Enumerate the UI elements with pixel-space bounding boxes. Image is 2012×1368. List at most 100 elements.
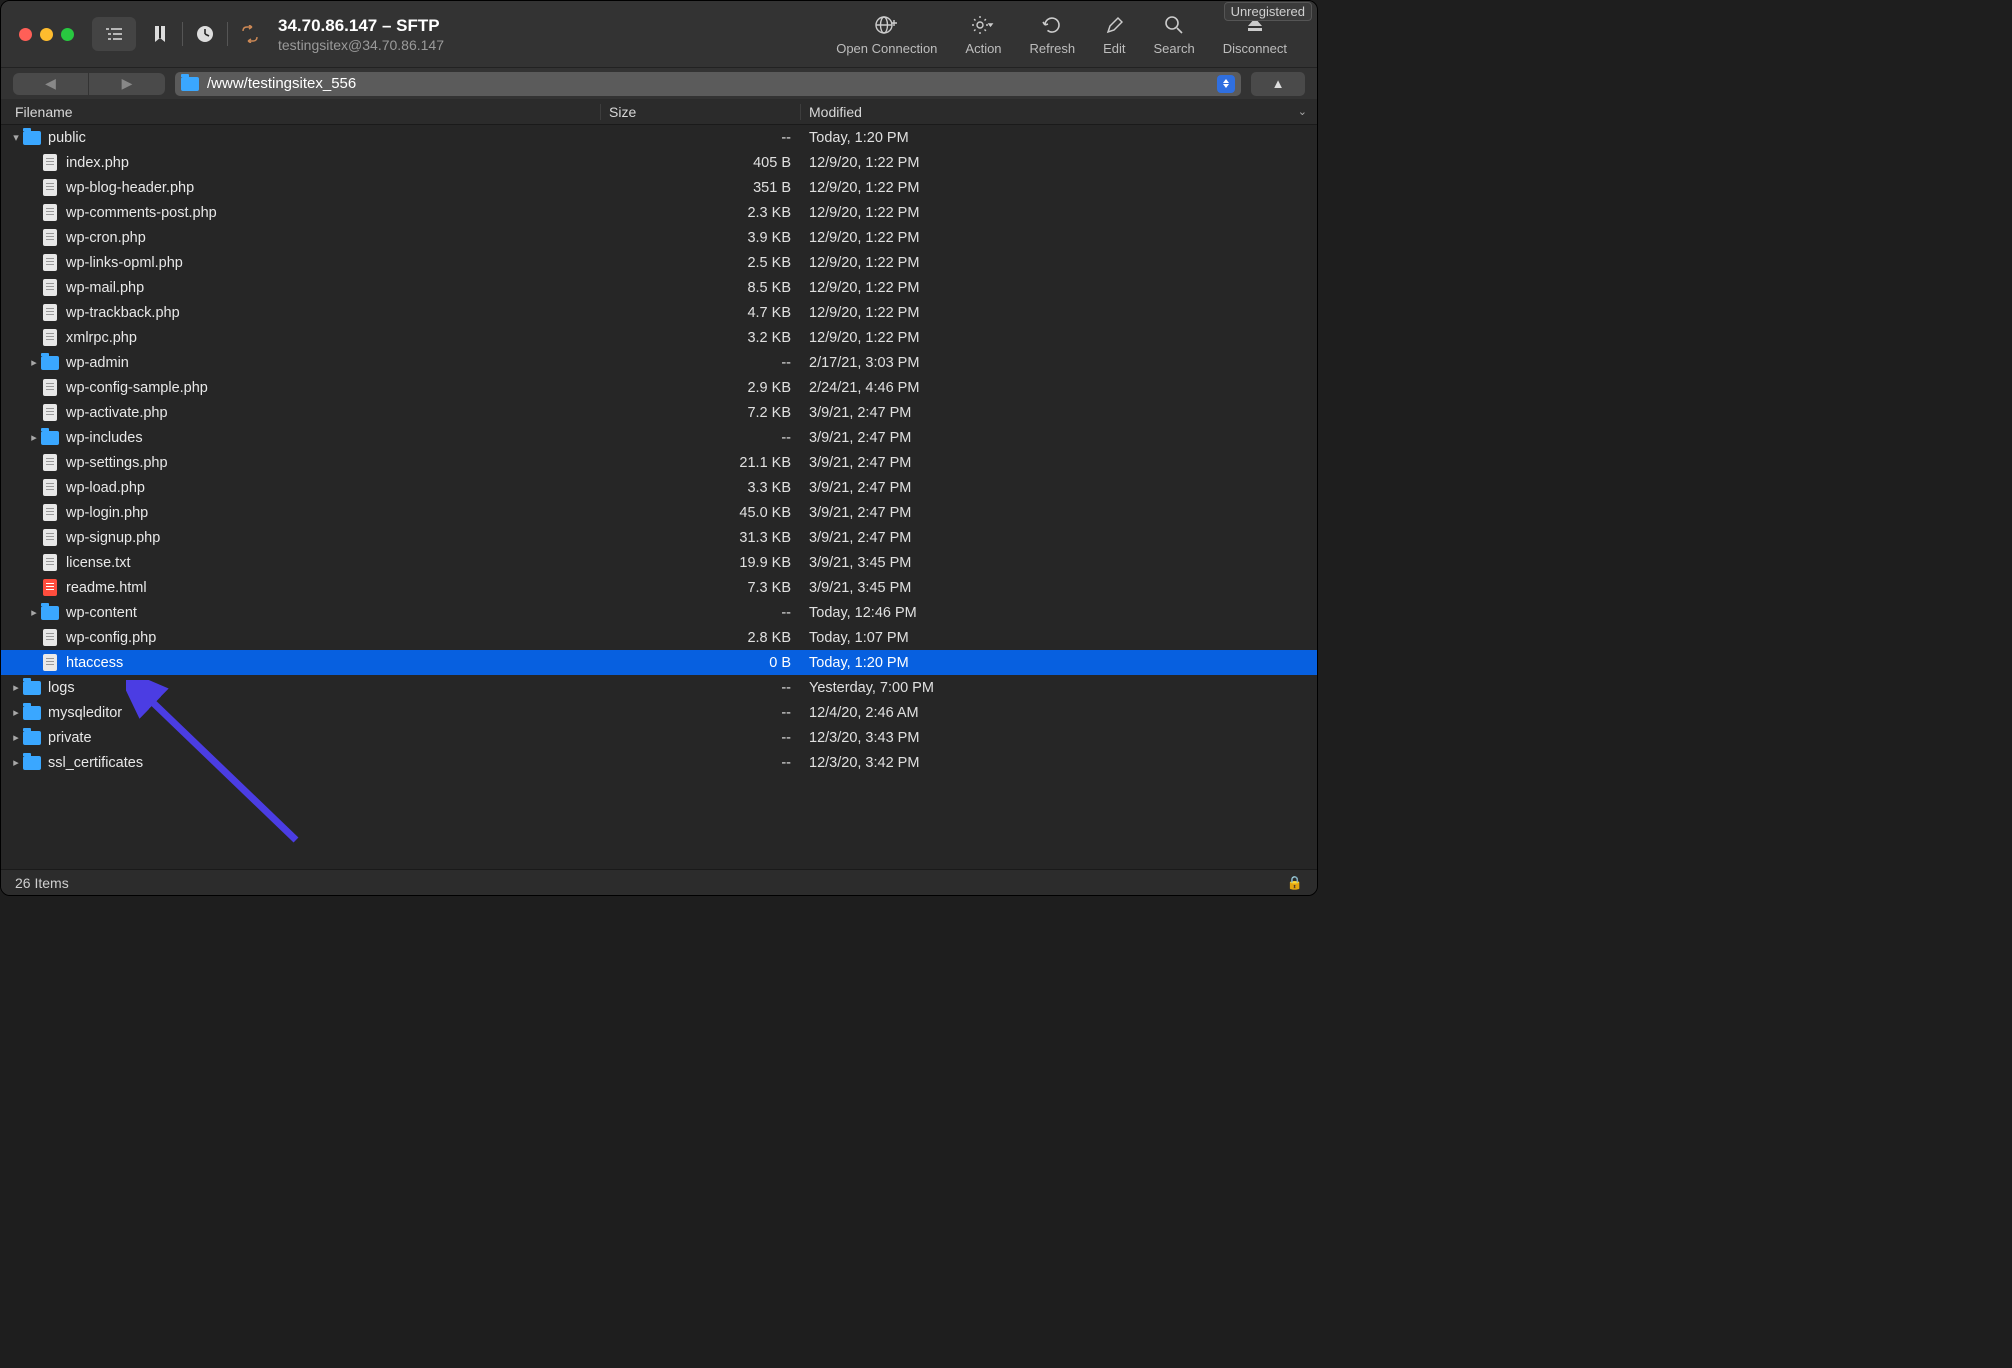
bookmarks-button[interactable] (146, 22, 174, 46)
file-icon (43, 304, 57, 321)
filename-cell: ▸ssl_certificates (1, 755, 601, 771)
file-row[interactable]: ▸private--12/3/20, 3:43 PM (1, 725, 1317, 750)
file-row[interactable]: wp-settings.php21.1 KB3/9/21, 2:47 PM (1, 450, 1317, 475)
refresh-button[interactable]: Refresh (1030, 12, 1076, 56)
folder-icon (41, 431, 59, 445)
disclosure-triangle[interactable]: ▸ (9, 706, 23, 719)
history-button[interactable] (191, 22, 219, 46)
filename-cell: htaccess (1, 654, 601, 671)
view-mode-button[interactable] (92, 17, 136, 51)
transfers-button[interactable] (236, 22, 264, 46)
file-row[interactable]: wp-login.php45.0 KB3/9/21, 2:47 PM (1, 500, 1317, 525)
size-cell: -- (601, 430, 801, 446)
file-icon (43, 154, 57, 171)
filename-text: wp-includes (66, 430, 143, 446)
disclosure-triangle[interactable]: ▸ (9, 731, 23, 744)
open-connection-button[interactable]: Open Connection (836, 12, 937, 56)
file-row[interactable]: htaccess0 BToday, 1:20 PM (1, 650, 1317, 675)
globe-plus-icon (874, 12, 900, 38)
close-window-button[interactable] (19, 28, 32, 41)
search-icon (1164, 12, 1184, 38)
file-row[interactable]: ▸ssl_certificates--12/3/20, 3:42 PM (1, 750, 1317, 775)
file-row[interactable]: index.php405 B12/9/20, 1:22 PM (1, 150, 1317, 175)
go-up-button[interactable]: ▲ (1251, 72, 1305, 96)
file-row[interactable]: wp-links-opml.php2.5 KB12/9/20, 1:22 PM (1, 250, 1317, 275)
file-row[interactable]: wp-trackback.php4.7 KB12/9/20, 1:22 PM (1, 300, 1317, 325)
outline-view-icon (100, 22, 128, 46)
file-row[interactable]: ▸wp-includes--3/9/21, 2:47 PM (1, 425, 1317, 450)
file-row[interactable]: wp-blog-header.php351 B12/9/20, 1:22 PM (1, 175, 1317, 200)
titlebar: 34.70.86.147 – SFTP testingsitex@34.70.8… (1, 1, 1317, 67)
size-cell: -- (601, 680, 801, 696)
folder-icon (181, 77, 199, 91)
file-row[interactable]: wp-mail.php8.5 KB12/9/20, 1:22 PM (1, 275, 1317, 300)
file-row[interactable]: wp-comments-post.php2.3 KB12/9/20, 1:22 … (1, 200, 1317, 225)
lock-icon: 🔒 (1287, 875, 1303, 891)
search-button[interactable]: Search (1153, 12, 1194, 56)
disclosure-triangle[interactable]: ▸ (9, 681, 23, 694)
disclosure-triangle[interactable]: ▸ (27, 606, 41, 619)
edit-button[interactable]: Edit (1103, 12, 1125, 56)
navigation-bar: ◀ ▶ /www/testingsitex_556 ▲ (1, 67, 1317, 99)
file-row[interactable]: wp-cron.php3.9 KB12/9/20, 1:22 PM (1, 225, 1317, 250)
file-row[interactable]: wp-config.php2.8 KBToday, 1:07 PM (1, 625, 1317, 650)
minimize-window-button[interactable] (40, 28, 53, 41)
size-cell: 31.3 KB (601, 530, 801, 546)
modified-cell: 12/3/20, 3:42 PM (801, 755, 1317, 771)
filename-text: wp-mail.php (66, 280, 144, 296)
column-modified[interactable]: Modified ⌄ (801, 104, 1317, 120)
connection-title: 34.70.86.147 – SFTP testingsitex@34.70.8… (278, 16, 444, 53)
column-filename[interactable]: Filename (1, 104, 601, 120)
file-row[interactable]: ▸wp-content--Today, 12:46 PM (1, 600, 1317, 625)
path-field[interactable]: /www/testingsitex_556 (175, 72, 1241, 96)
file-icon (43, 379, 57, 396)
filename-text: xmlrpc.php (66, 330, 137, 346)
filename-text: wp-config-sample.php (66, 380, 208, 396)
filename-text: readme.html (66, 580, 147, 596)
file-row[interactable]: ▸mysqleditor--12/4/20, 2:46 AM (1, 700, 1317, 725)
refresh-icon (1042, 12, 1062, 38)
modified-cell: 12/3/20, 3:43 PM (801, 730, 1317, 746)
file-row[interactable]: ▾public--Today, 1:20 PM (1, 125, 1317, 150)
file-list[interactable]: ▾public--Today, 1:20 PMindex.php405 B12/… (1, 125, 1317, 869)
modified-cell: 12/9/20, 1:22 PM (801, 305, 1317, 321)
folder-icon (41, 606, 59, 620)
open-connection-label: Open Connection (836, 41, 937, 56)
size-cell: 45.0 KB (601, 505, 801, 521)
size-cell: 19.9 KB (601, 555, 801, 571)
file-row[interactable]: wp-signup.php31.3 KB3/9/21, 2:47 PM (1, 525, 1317, 550)
modified-cell: 12/9/20, 1:22 PM (801, 155, 1317, 171)
disclosure-triangle[interactable]: ▾ (9, 131, 23, 144)
disclosure-triangle[interactable]: ▸ (27, 356, 41, 369)
column-size[interactable]: Size (601, 104, 801, 120)
file-row[interactable]: license.txt19.9 KB3/9/21, 3:45 PM (1, 550, 1317, 575)
file-icon (43, 579, 57, 596)
modified-cell: 2/17/21, 3:03 PM (801, 355, 1317, 371)
filename-text: wp-login.php (66, 505, 148, 521)
modified-cell: 2/24/21, 4:46 PM (801, 380, 1317, 396)
forward-button[interactable]: ▶ (89, 73, 165, 95)
unregistered-badge: Unregistered (1224, 2, 1312, 21)
disclosure-triangle[interactable]: ▸ (9, 756, 23, 769)
back-button[interactable]: ◀ (13, 73, 89, 95)
filename-text: wp-config.php (66, 630, 156, 646)
file-row[interactable]: ▸wp-admin--2/17/21, 3:03 PM (1, 350, 1317, 375)
modified-cell: 12/9/20, 1:22 PM (801, 255, 1317, 271)
file-row[interactable]: wp-load.php3.3 KB3/9/21, 2:47 PM (1, 475, 1317, 500)
zoom-window-button[interactable] (61, 28, 74, 41)
file-row[interactable]: readme.html7.3 KB3/9/21, 3:45 PM (1, 575, 1317, 600)
filename-cell: wp-trackback.php (1, 304, 601, 321)
size-cell: 351 B (601, 180, 801, 196)
disclosure-triangle[interactable]: ▸ (27, 431, 41, 444)
path-dropdown-icon[interactable] (1217, 75, 1235, 93)
action-button[interactable]: Action (965, 12, 1001, 56)
connection-user: testingsitex@34.70.86.147 (278, 37, 444, 53)
size-cell: -- (601, 755, 801, 771)
file-row[interactable]: wp-config-sample.php2.9 KB2/24/21, 4:46 … (1, 375, 1317, 400)
item-count: 26 Items (15, 875, 69, 891)
file-row[interactable]: ▸logs--Yesterday, 7:00 PM (1, 675, 1317, 700)
file-row[interactable]: wp-activate.php7.2 KB3/9/21, 2:47 PM (1, 400, 1317, 425)
file-row[interactable]: xmlrpc.php3.2 KB12/9/20, 1:22 PM (1, 325, 1317, 350)
modified-cell: Today, 1:20 PM (801, 655, 1317, 671)
filename-text: license.txt (66, 555, 130, 571)
